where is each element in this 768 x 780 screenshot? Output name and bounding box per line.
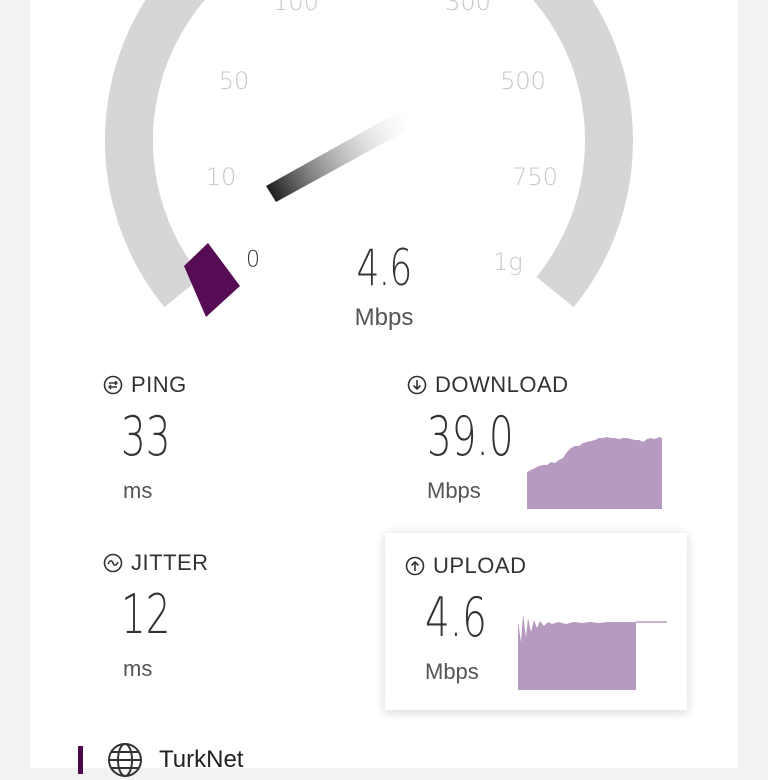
speed-gauge: 100 300 50 500 10 750 0 1g 4.6 Mbps [0, 0, 768, 340]
download-arrow-icon [407, 375, 427, 395]
provider-name: TurkNet [159, 746, 244, 773]
download-graph [527, 437, 662, 509]
tick-label: 300 [445, 0, 491, 16]
tick-label: 1g [493, 248, 523, 276]
upload-metric: UPLOAD 4.6 Mbps [405, 553, 526, 685]
upload-label: UPLOAD [433, 553, 527, 578]
tick-label: 10 [205, 163, 237, 191]
download-value: 39.0 [427, 405, 514, 468]
upload-value: 4.6 [425, 586, 487, 649]
upload-arrow-icon [405, 556, 425, 576]
gauge-fill [184, 243, 240, 317]
tick-label: 750 [512, 163, 558, 191]
jitter-value: 12 [121, 583, 171, 646]
tick-label: 50 [218, 67, 250, 95]
globe-icon [108, 743, 142, 777]
jitter-icon [103, 553, 123, 573]
upload-graph-area [518, 614, 636, 690]
ping-unit: ms [123, 478, 153, 503]
download-graph-area [527, 437, 662, 509]
upload-graph [518, 614, 667, 690]
ping-icon [103, 375, 123, 395]
ping-value: 33 [121, 405, 171, 468]
jitter-label: JITTER [131, 550, 209, 575]
jitter-unit: ms [123, 656, 153, 681]
ping-label: PING [131, 372, 187, 397]
current-speed-value: 4.6 [356, 239, 412, 297]
tick-label-active: 0 [246, 247, 260, 273]
provider-accent-bar [78, 746, 83, 774]
current-speed-unit: Mbps [354, 304, 414, 331]
jitter-metric: JITTER 12 ms [103, 550, 209, 682]
tick-label: 100 [273, 0, 319, 16]
ping-metric: PING 33 ms [103, 372, 190, 504]
download-label: DOWNLOAD [435, 372, 569, 397]
tick-label: 500 [500, 67, 546, 95]
provider-row[interactable]: TurkNet [78, 740, 243, 780]
gauge-needle [266, 110, 411, 202]
upload-unit: Mbps [425, 659, 479, 684]
